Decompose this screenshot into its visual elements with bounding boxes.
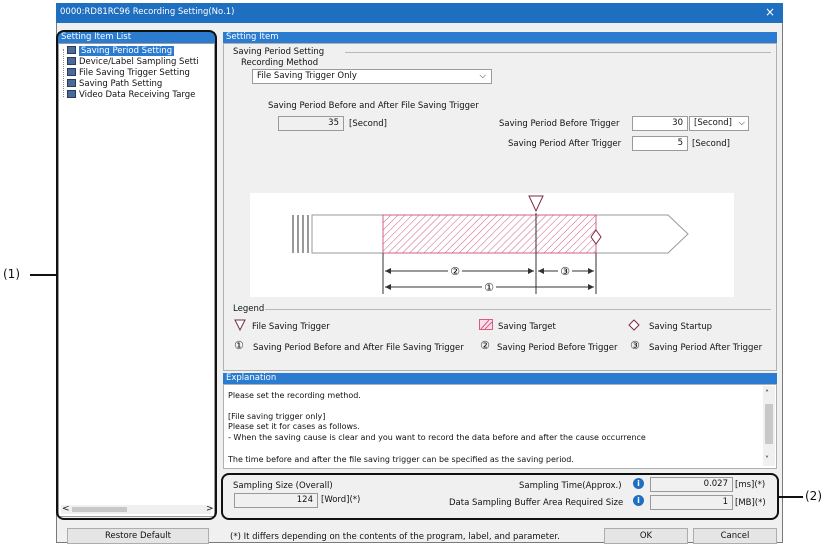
- close-icon[interactable]: ×: [765, 5, 775, 19]
- diagram-mark-1: ①: [484, 281, 494, 294]
- before-after-value: 35: [328, 118, 339, 128]
- saving-startup-legend-icon: [628, 319, 640, 331]
- before-trigger-label: Saving Period Before Trigger: [499, 119, 620, 129]
- window-title: 0000:RD81RC96 Recording Setting(No.1): [60, 7, 235, 17]
- legend-saving-target: Saving Target: [498, 322, 556, 332]
- recording-method-select[interactable]: File Saving Trigger Only ⌵: [252, 69, 492, 84]
- file-saving-trigger-icon: [528, 195, 544, 213]
- setting-item-header: Setting Item: [223, 32, 777, 43]
- saving-target-area: [382, 214, 597, 254]
- legend-file-saving-trigger: File Saving Trigger: [252, 322, 330, 332]
- scroll-down-arrow-icon[interactable]: ˅: [765, 455, 769, 464]
- after-trigger-label: Saving Period After Trigger: [508, 139, 622, 149]
- before-after-field: 35: [278, 116, 344, 131]
- after-trigger-unit: [Second]: [692, 139, 730, 149]
- after-trigger-field[interactable]: 5: [632, 136, 688, 151]
- explanation-line: Please set the recording method.: [228, 391, 361, 400]
- legend-divider: [265, 309, 771, 310]
- legend-title: Legend: [233, 304, 265, 314]
- explanation-header: Explanation: [223, 373, 777, 384]
- before-trigger-unit: [Second]: [694, 118, 732, 128]
- diagram-mark-2: ②: [450, 265, 460, 278]
- before-after-label: Saving Period Before and After File Savi…: [268, 101, 479, 111]
- before-after-unit: [Second]: [349, 119, 387, 129]
- before-trigger-field[interactable]: 30: [632, 116, 688, 131]
- explanation-scroll-thumb[interactable]: [765, 404, 773, 444]
- explanation-text-area[interactable]: Please set the recording method. [File s…: [223, 384, 777, 469]
- saving-period-group-title: Saving Period Setting: [233, 47, 325, 57]
- legend-item-1: Saving Period Before and After File Savi…: [253, 343, 464, 353]
- callout-label-right: (2): [805, 489, 822, 503]
- saving-target-legend-icon: [479, 319, 493, 330]
- explanation-line: The time before and after the file savin…: [228, 455, 574, 464]
- callout-label-left: (1): [3, 267, 20, 281]
- recording-method-label: Recording Method: [241, 58, 319, 68]
- scroll-up-arrow-icon[interactable]: ˄: [765, 389, 769, 398]
- legend-mark-2: ②: [480, 339, 490, 352]
- saving-period-diagram: ② ③ ①: [250, 193, 734, 297]
- explanation-line: Please set it for cases as follows.: [228, 422, 360, 431]
- before-trigger-unit-select[interactable]: [Second] ⌵: [689, 116, 749, 131]
- diagram-svg: ② ③ ①: [292, 195, 689, 294]
- diagram-mark-3: ③: [560, 265, 570, 278]
- recording-method-value: File Saving Trigger Only: [257, 71, 357, 81]
- explanation-line: [File saving trigger only]: [228, 412, 326, 421]
- ok-button[interactable]: OK: [604, 528, 688, 544]
- group-divider: [345, 52, 771, 53]
- explanation-line: - When the saving cause is clear and you…: [228, 433, 646, 442]
- callout-leader-left: [30, 274, 56, 276]
- cancel-button[interactable]: Cancel: [693, 528, 777, 544]
- legend-mark-3: ③: [630, 339, 640, 352]
- callout-leader-right: [779, 496, 803, 498]
- legend-mark-1: ①: [234, 339, 244, 352]
- after-trigger-value: 5: [677, 138, 683, 148]
- callout-frame-sampling: [221, 473, 779, 520]
- file-saving-trigger-legend-icon: [234, 319, 246, 331]
- chevron-down-icon: ⌵: [479, 71, 486, 81]
- callout-frame-left-panel: [56, 30, 217, 520]
- footnote-text: (*) It differs depending on the contents…: [230, 532, 560, 542]
- before-trigger-value: 30: [672, 118, 683, 128]
- chevron-down-icon: ⌵: [738, 118, 745, 128]
- legend-item-2: Saving Period Before Trigger: [497, 343, 618, 353]
- restore-default-button[interactable]: Restore Default: [67, 528, 209, 544]
- legend-item-3: Saving Period After Trigger: [649, 343, 763, 353]
- legend-saving-startup: Saving Startup: [649, 322, 713, 332]
- data-stream-bars: [292, 215, 309, 253]
- window-title-bar: 0000:RD81RC96 Recording Setting(No.1) ×: [56, 3, 783, 23]
